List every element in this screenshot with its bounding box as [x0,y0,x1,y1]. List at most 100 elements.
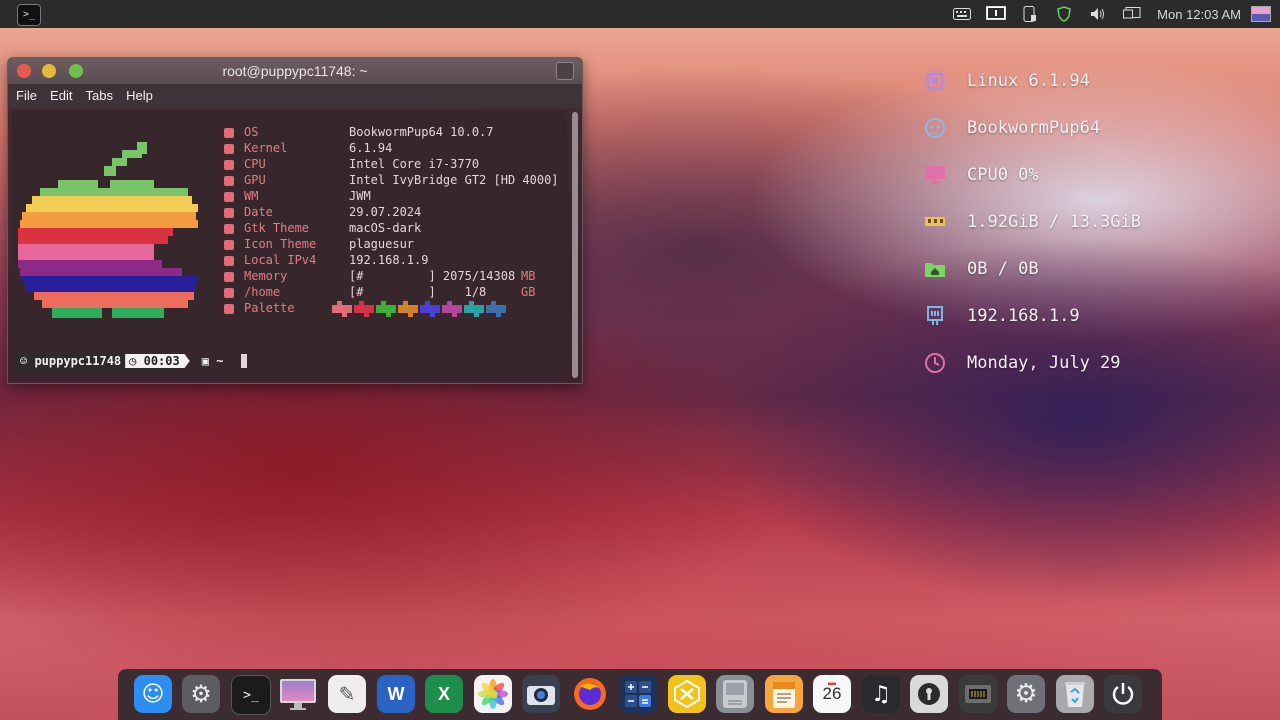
info-value: macOS-dark [349,221,422,235]
lock-icon[interactable] [910,675,948,713]
maximize-icon[interactable] [556,62,574,80]
text-editor-icon[interactable]: ✎ [328,675,366,713]
photos-icon[interactable] [474,675,512,713]
calendar-icon[interactable]: ▬ 26 [813,675,851,713]
lan-icon [224,255,234,266]
flag-icon[interactable] [1251,6,1271,22]
info-row-kernel: Kernel [224,140,287,156]
top-panel: >_ Mon 12:03 AM [0,0,1280,28]
folder-home-icon [923,257,947,281]
palette-swatch [332,301,352,317]
info-date: Monday, July 29 [923,346,1121,380]
info-label: Date [244,205,273,219]
notes-icon[interactable] [765,675,803,713]
system-settings-icon[interactable]: ⚙ [1007,675,1045,713]
info-row-wm: WM [224,188,258,204]
clock[interactable]: Mon 12:03 AM [1157,7,1241,22]
info-row-icon-theme: Icon Theme [224,236,316,252]
prompt-user-segment: ☺ puppypc11748 [16,354,126,368]
network-icon[interactable] [959,675,997,713]
info-label: Gtk Theme [244,221,310,235]
disks-icon[interactable] [716,675,754,713]
network-icon[interactable] [1122,6,1142,22]
calculator-icon[interactable] [619,675,657,713]
prompt-time-segment: ◷ 00:03 [125,354,190,368]
info-kernel: Linux 6.1.94 [923,64,1090,98]
palette-swatch [420,301,440,317]
system-tray: Mon 12:03 AM [945,0,1280,28]
shield-icon[interactable] [1054,6,1074,22]
info-value: 29.07.2024 [349,205,422,219]
menu-help[interactable]: Help [126,84,153,108]
date-text: Monday, July 29 [967,353,1121,373]
disk-icon [224,287,234,298]
zoom-button[interactable] [69,64,83,78]
display-icon[interactable] [986,6,1007,22]
info-value: BookwormPup64 10.0.7 [349,125,494,139]
terminal-launcher-icon[interactable]: >_ [17,4,41,26]
menu-tabs[interactable]: Tabs [86,84,113,108]
minimize-button[interactable] [42,64,56,78]
word-icon[interactable]: W [377,675,415,713]
scrollbar-thumb[interactable] [572,112,578,378]
finder-icon[interactable]: ☺ [134,675,172,713]
info-label: Local IPv4 [244,253,317,267]
archiver-icon[interactable] [668,675,706,713]
display-icon[interactable] [279,675,317,713]
keyboard-icon[interactable] [952,6,972,22]
trash-icon[interactable] [1056,675,1094,713]
volume-icon[interactable] [1088,6,1108,22]
window-titlebar[interactable]: root@puppypc11748: ~ [8,58,582,84]
info-row-home: /home [224,284,280,300]
info-row-ipv4: Local IPv4 [224,252,316,268]
monitor-icon [923,163,947,187]
palette-swatch [354,301,374,317]
info-value: [# ] 2075/14308 [349,269,516,283]
memory-icon [224,271,234,282]
info-value: Intel IvyBridge GT2 [HD 4000] [349,173,559,187]
palette-swatch [464,301,484,317]
menu-edit[interactable]: Edit [50,84,72,108]
info-label: Memory [244,269,288,283]
info-row-gtk-theme: Gtk Theme [224,220,309,236]
ethernet-icon [923,304,947,328]
distro-text: BookwormPup64 [967,118,1101,138]
palette-swatch [376,301,396,317]
cpu-icon [224,159,234,170]
calendar-icon [224,207,234,218]
cpu-chip-icon [923,69,947,93]
info-disk: 0B / 0B [923,252,1039,286]
menu-file[interactable]: File [16,84,37,108]
image-icon [224,239,234,250]
firefox-icon[interactable] [571,675,609,713]
apple-logo-icon [18,142,198,318]
info-row-cpu: CPU [224,156,266,172]
info-unit: GB [521,285,536,299]
info-label: OS [244,125,259,139]
terminal-icon[interactable]: >_ [231,675,271,715]
disk-text: 0B / 0B [967,259,1039,279]
settings-icon[interactable]: ⚙ [182,675,220,713]
info-label: /home [244,285,281,299]
memory-icon [923,210,947,234]
excel-icon[interactable]: X [425,675,463,713]
shutdown-icon[interactable] [1104,675,1142,713]
prompt-user: puppypc11748 [34,354,122,368]
info-value: 6.1.94 [349,141,393,155]
info-value: JWM [349,189,371,203]
music-icon[interactable]: ♫ [862,675,900,713]
shell-prompt: ☺ puppypc11748 ◷ 00:03 ▣ ~ [16,354,248,368]
palette-swatch [442,301,462,317]
palette-swatch [398,301,418,317]
menu-bar: File Edit Tabs Help [8,84,582,108]
phone-icon[interactable] [1020,6,1040,22]
close-button[interactable] [17,64,31,78]
screenshot-icon[interactable] [522,675,560,713]
scrollbar[interactable] [572,112,578,378]
info-label: CPU [244,157,266,171]
info-value: plaguesur [349,237,415,251]
palette-icon [224,303,234,314]
terminal-console[interactable]: OS BookwormPup64 10.0.7 Kernel 6.1.94 CP… [12,110,567,378]
info-row-memory: Memory [224,268,287,284]
info-ip: 192.168.1.9 [923,299,1080,333]
